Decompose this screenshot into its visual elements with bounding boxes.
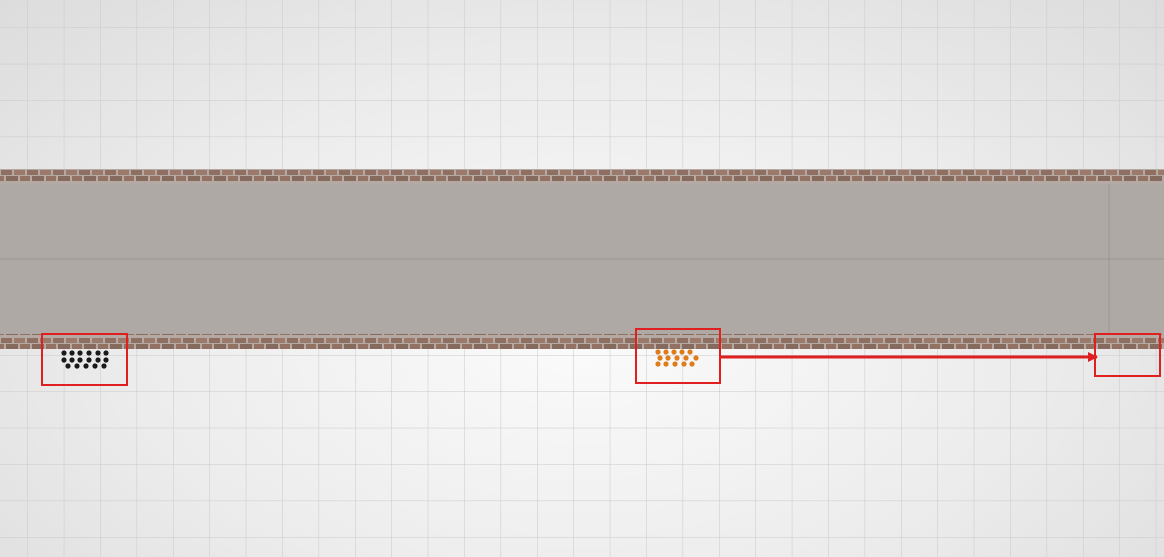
agent-marker — [672, 361, 678, 367]
game-scene — [0, 0, 1164, 557]
bottom-wall — [0, 334, 1164, 349]
agent-marker — [86, 350, 92, 356]
agent-marker — [77, 357, 83, 363]
agent-marker — [69, 350, 75, 356]
agent-marker — [95, 357, 101, 363]
agent-marker — [683, 355, 689, 361]
agent-marker — [77, 350, 83, 356]
agent-marker — [61, 350, 67, 356]
agent-marker — [674, 355, 680, 361]
agent-marker — [69, 357, 75, 363]
top-wall — [0, 169, 1164, 184]
agent-marker — [74, 363, 80, 369]
agent-marker — [665, 355, 671, 361]
agent-marker — [681, 361, 687, 367]
agent-marker — [679, 349, 685, 355]
agent-marker — [101, 363, 107, 369]
agent-marker — [655, 349, 661, 355]
agent-marker — [689, 361, 695, 367]
agent-marker — [671, 349, 677, 355]
agent-marker — [655, 361, 661, 367]
agent-marker — [83, 363, 89, 369]
corridor — [0, 169, 1164, 349]
agent-marker — [103, 357, 109, 363]
agent-marker — [657, 355, 663, 361]
agent-marker — [92, 363, 98, 369]
agent-marker — [693, 355, 699, 361]
agent-marker — [687, 349, 693, 355]
agent-marker — [103, 350, 109, 356]
agent-marker — [663, 349, 669, 355]
agent-marker — [65, 363, 71, 369]
agent-marker — [663, 361, 669, 367]
agent-marker — [95, 350, 101, 356]
agent-marker — [61, 357, 67, 363]
agent-marker — [86, 357, 92, 363]
